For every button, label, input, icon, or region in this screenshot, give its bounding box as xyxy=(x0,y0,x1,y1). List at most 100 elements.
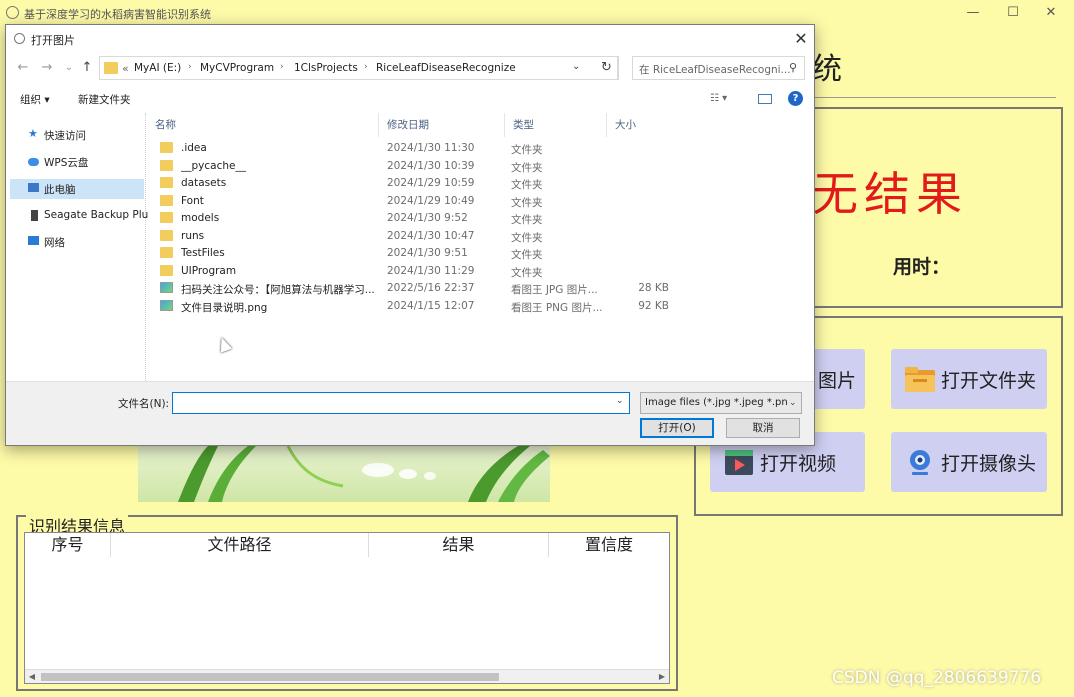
folder-icon xyxy=(160,194,173,206)
up-arrow-icon[interactable]: ↑ xyxy=(78,59,96,77)
sidebar-item-network[interactable]: 网络 xyxy=(6,232,140,252)
column-header-type[interactable]: 类型 xyxy=(505,113,607,137)
result-table[interactable]: 序号 文件路径 结果 置信度 ◀ ▶ xyxy=(24,532,670,684)
address-bar[interactable]: « MyAI (E:) › MyCVProgram › 1ClsProjects… xyxy=(99,56,619,80)
open-camera-label: 打开摄像头 xyxy=(941,452,1037,475)
breadcrumb-1clsprojects[interactable]: 1ClsProjects xyxy=(294,62,358,74)
column-header-size[interactable]: 大小 xyxy=(607,113,677,137)
star-icon: ★ xyxy=(28,127,38,140)
dialog-titlebar: 打开图片 ✕ xyxy=(6,25,814,53)
scroll-right-icon[interactable]: ▶ xyxy=(655,670,669,684)
preview-pane-icon[interactable] xyxy=(758,94,772,104)
page-title: 统 xyxy=(812,52,842,87)
help-icon[interactable]: ? xyxy=(788,91,803,106)
file-row[interactable]: datasets 2024/1/29 10:59 文件夹 xyxy=(147,175,677,192)
dialog-close-icon[interactable]: ✕ xyxy=(790,28,812,50)
scroll-left-icon[interactable]: ◀ xyxy=(25,670,39,684)
sidebar-item-seagate[interactable]: Seagate Backup Plu xyxy=(6,206,148,226)
file-type: 看图王 JPG 图片... xyxy=(511,284,598,296)
view-options-icon[interactable]: ☷ ▾ xyxy=(710,93,738,105)
file-size: 28 KB xyxy=(638,282,669,294)
file-date: 2024/1/30 11:30 xyxy=(387,142,475,154)
cancel-button[interactable]: 取消 xyxy=(726,418,800,438)
breadcrumb-separator: › xyxy=(280,62,284,72)
file-row[interactable]: TestFiles 2024/1/30 9:51 文件夹 xyxy=(147,245,677,262)
file-row[interactable]: __pycache__ 2024/1/30 10:39 文件夹 xyxy=(147,158,677,175)
file-type-select[interactable]: Image files (*.jpg *.jpeg *.pn ⌄ xyxy=(640,392,802,414)
search-input[interactable]: 在 RiceLeafDiseaseRecogni... ⚲ xyxy=(632,56,805,80)
time-label: 用时： xyxy=(893,256,951,278)
open-camera-button[interactable]: 打开摄像头 xyxy=(891,432,1047,492)
folder-icon xyxy=(160,212,173,223)
close-icon[interactable]: ✕ xyxy=(1036,3,1066,23)
file-type: 文件夹 xyxy=(511,196,543,209)
file-list[interactable]: 名称 修改日期 类型 大小 .idea 2024/1/30 11:30 文件夹 __p… xyxy=(147,113,814,381)
column-header-result[interactable]: 结果 xyxy=(369,533,549,557)
dialog-footer: 文件名(N): ⌄ Image files (*.jpg *.jpeg *.pn… xyxy=(6,381,814,445)
filename-label: 文件名(N): xyxy=(118,398,170,410)
file-row[interactable]: .idea 2024/1/30 11:30 文件夹 xyxy=(147,140,677,157)
forward-arrow-icon[interactable]: → xyxy=(38,59,56,77)
column-header-index[interactable]: 序号 xyxy=(25,533,111,557)
breadcrumb-separator: › xyxy=(188,62,192,72)
file-name: datasets xyxy=(181,177,227,189)
sidebar-item-quick-access[interactable]: ★ 快速访问 xyxy=(6,125,140,145)
address-dropdown-icon[interactable]: ⌄ xyxy=(572,61,580,72)
organize-button[interactable]: 组织 ▾ xyxy=(20,92,50,107)
horizontal-scrollbar[interactable]: ◀ ▶ xyxy=(25,669,669,683)
folder-icon xyxy=(160,142,173,153)
column-header-name[interactable]: 名称 xyxy=(147,113,379,137)
sidebar-item-label: WPS云盘 xyxy=(44,157,89,169)
file-row[interactable]: runs 2024/1/30 10:47 文件夹 xyxy=(147,228,677,245)
file-row[interactable]: 文件目录说明.png 2024/1/15 12:07 看图王 PNG 图片... 92… xyxy=(147,298,677,315)
dialog-toolbar: 组织 ▾ 新建文件夹 ☷ ▾ ? xyxy=(6,85,814,113)
back-arrow-icon[interactable]: ← xyxy=(14,59,32,77)
address-overflow-icon[interactable]: « xyxy=(122,62,129,75)
sidebar-item-wps-cloud[interactable]: WPS云盘 xyxy=(6,152,140,172)
column-header-confidence[interactable]: 置信度 xyxy=(549,533,669,557)
open-video-label: 打开视频 xyxy=(760,452,837,475)
maximize-icon[interactable]: ☐ xyxy=(998,3,1028,23)
folder-icon xyxy=(160,159,173,171)
sidebar-item-label: 快速访问 xyxy=(44,130,86,142)
sidebar-item-this-pc[interactable]: 此电脑 xyxy=(10,179,144,199)
open-button[interactable]: 打开(O) xyxy=(640,418,714,438)
folder-icon xyxy=(160,229,173,241)
app-titlebar: 基于深度学习的水稻病害智能识别系统 — ☐ ✕ xyxy=(0,0,1074,26)
file-name: __pycache__ xyxy=(181,159,246,172)
file-name: models xyxy=(181,212,220,224)
breadcrumb-drive[interactable]: MyAI (E:) xyxy=(134,62,181,74)
breadcrumb-mycvprogram[interactable]: MyCVProgram xyxy=(200,62,274,74)
file-row[interactable]: models 2024/1/30 9:52 文件夹 xyxy=(147,210,677,227)
file-date: 2024/1/29 10:59 xyxy=(387,177,475,189)
result-text: 无结果 xyxy=(812,167,968,221)
file-row[interactable]: 扫码关注公众号：【阿旭算法与机器学习... 2022/5/16 22:37 看图王 … xyxy=(147,280,677,297)
file-type: 文件夹 xyxy=(511,214,543,226)
file-type: 文件夹 xyxy=(511,249,543,261)
file-date: 2024/1/30 10:47 xyxy=(387,229,475,242)
file-row[interactable]: Font 2024/1/29 10:49 文件夹 xyxy=(147,193,677,210)
new-folder-button[interactable]: 新建文件夹 xyxy=(78,92,131,107)
file-type: 文件夹 xyxy=(511,179,543,191)
file-date: 2024/1/29 10:49 xyxy=(387,194,475,207)
filename-input[interactable] xyxy=(172,392,630,414)
filename-dropdown-icon[interactable]: ⌄ xyxy=(616,396,624,406)
search-icon[interactable]: ⚲ xyxy=(789,61,797,74)
refresh-icon[interactable]: ↻ xyxy=(596,56,618,80)
open-image-label: 图片 xyxy=(818,369,857,392)
column-header-path[interactable]: 文件路径 xyxy=(111,533,369,557)
minimize-icon[interactable]: — xyxy=(958,3,988,23)
breadcrumb-separator: › xyxy=(364,62,368,72)
column-header-date[interactable]: 修改日期 xyxy=(379,113,505,137)
pane-divider[interactable] xyxy=(145,113,146,381)
file-row[interactable]: UIProgram 2024/1/30 11:29 文件夹 xyxy=(147,263,677,280)
breadcrumb-riceleafdiseaserecognize[interactable]: RiceLeafDiseaseRecognize xyxy=(376,62,516,74)
folder-icon xyxy=(905,367,935,392)
file-date: 2024/1/30 9:52 xyxy=(387,212,468,224)
navigation-pane: ★ 快速访问 WPS云盘 此电脑 Seagate Backup Plu 网络 xyxy=(6,113,148,381)
open-folder-button[interactable]: 打开文件夹 xyxy=(891,349,1047,409)
scrollbar-thumb[interactable] xyxy=(41,673,499,681)
navigation-row: ← → ⌄ ↑ « MyAI (E:) › MyCVProgram › 1Cls… xyxy=(6,53,814,85)
recent-locations-icon[interactable]: ⌄ xyxy=(60,59,78,77)
file-date: 2024/1/15 12:07 xyxy=(387,299,475,312)
